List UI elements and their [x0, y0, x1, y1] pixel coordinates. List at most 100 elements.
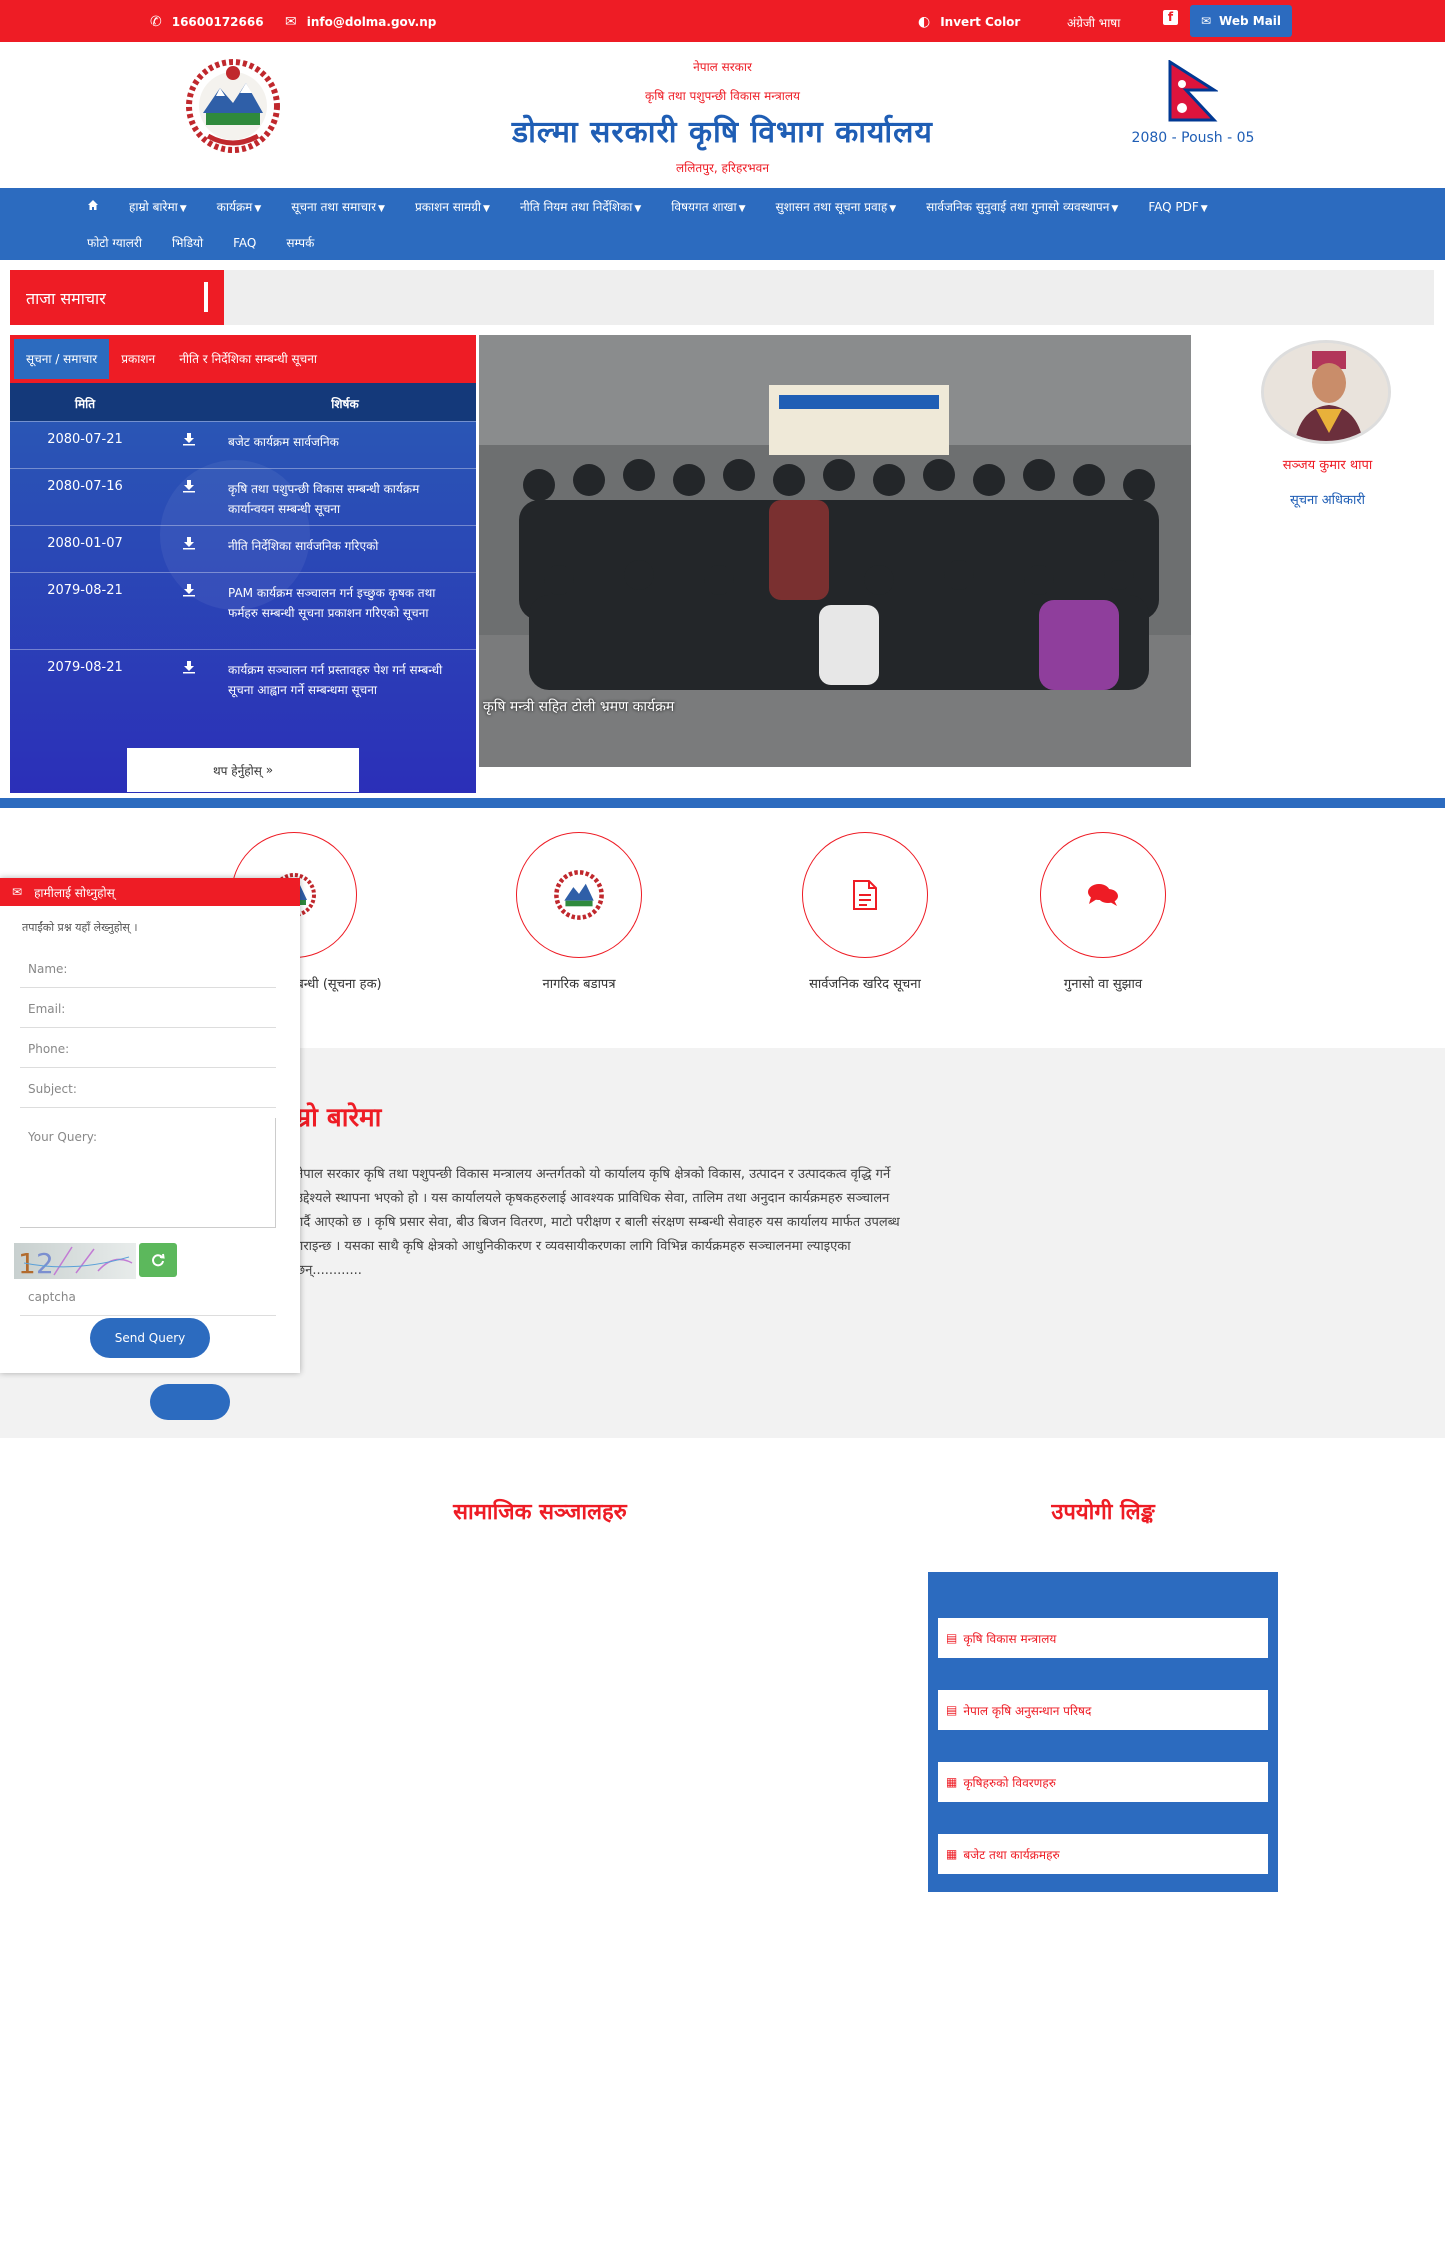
notices-tabs: सूचना / समाचार प्रकाशन नीति र निर्देशिका… — [10, 335, 476, 383]
download-icon[interactable] — [182, 660, 196, 674]
link-item[interactable]: ▤ कृषि विकास मन्त्रालय — [938, 1618, 1268, 1658]
table-row[interactable]: 2080-01-07 नीति निर्देशिका सार्वजनिक गरि… — [10, 525, 476, 572]
table-row[interactable]: 2079-08-21 PAM कार्यक्रम सञ्चालन गर्न इच… — [10, 572, 476, 649]
phone-contact[interactable]: ✆ 16600172666 — [150, 14, 264, 30]
nav-item-publications[interactable]: प्रकाशन सामग्री ▼ — [400, 196, 505, 218]
tab-policy-notices[interactable]: नीति र निर्देशिका सम्बन्धी सूचना — [167, 339, 329, 379]
nav-item-programs[interactable]: कार्यक्रम ▼ — [202, 196, 277, 218]
avatar — [1261, 340, 1391, 444]
government-emblem-icon — [554, 870, 604, 920]
popup-intro: तपाईंको प्रश्न यहाँ लेख्नुहोस् । — [22, 921, 138, 934]
government-emblem-logo[interactable] — [178, 58, 288, 154]
header-address: ललितपुर, हरिहरभवन — [675, 161, 769, 175]
site-title: डोल्मा सरकारी कृषि विभाग कार्यालय — [512, 115, 933, 150]
useful-links-box: ▤ कृषि विकास मन्त्रालय ▤ नेपाल कृषि अनुस… — [928, 1572, 1278, 1892]
captcha-image: 1 2 — [14, 1243, 136, 1279]
download-icon[interactable] — [182, 536, 196, 550]
about-read-more-button[interactable] — [150, 1384, 230, 1420]
nav-item-photo-gallery[interactable]: फोटो ग्यालरी — [72, 232, 157, 254]
nav-item-policies[interactable]: नीति नियम तथा निर्देशिका ▼ — [505, 196, 656, 218]
service-grievance[interactable] — [1040, 832, 1166, 958]
popup-header[interactable]: ✉ हामीलाई सोध्नुहोस् — [0, 878, 300, 906]
invert-color-button[interactable]: ◐ Invert Color — [918, 14, 1020, 30]
news-ticker-track[interactable] — [224, 270, 1434, 325]
caret-down-icon: ▼ — [738, 204, 746, 214]
document-icon — [853, 880, 877, 910]
nav-home[interactable] — [72, 196, 114, 218]
nepali-date: 2080 - Poush - 05 — [1131, 130, 1255, 146]
envelope-icon: ✉ — [1200, 14, 1212, 28]
newspaper-icon: ▤ — [946, 1703, 958, 1717]
nav-item-sections[interactable]: विषयगत शाखा ▼ — [656, 196, 760, 218]
nav-item-hearing[interactable]: सार्वजनिक सुनुवाई तथा गुनासो व्यवस्थापन ▼ — [911, 196, 1133, 218]
table-row[interactable]: 2080-07-21 बजेट कार्यक्रम सार्वजनिक — [10, 421, 476, 468]
email-field[interactable]: Email: — [20, 990, 276, 1028]
column-header-date: मिति — [74, 397, 96, 411]
useful-links-title: उपयोगी लिङ्क — [1051, 1500, 1155, 1525]
social-media-title: सामाजिक सञ्जालहरु — [453, 1500, 627, 1525]
query-textarea[interactable]: Your Query: — [20, 1118, 276, 1228]
send-query-button[interactable]: Send Query — [90, 1318, 210, 1358]
service-citizen-charter[interactable] — [516, 832, 642, 958]
header-titles: नेपाल सरकार कृषि तथा पशुपन्छी विकास मन्त… — [400, 58, 1045, 176]
officer-role: सूचना अधिकारी — [1289, 493, 1366, 508]
email-contact[interactable]: ✉ info@dolma.gov.np — [285, 14, 436, 30]
caret-down-icon: ▼ — [889, 204, 897, 214]
service-label: सार्वजनिक खरिद सूचना — [809, 977, 921, 992]
header-line1: नेपाल सरकार — [693, 60, 752, 74]
captcha-refresh-button[interactable] — [139, 1243, 177, 1277]
notices-panel: सूचना / समाचार प्रकाशन नीति र निर्देशिका… — [10, 335, 476, 793]
link-item[interactable]: ▦ बजेट तथा कार्यक्रमहरु — [938, 1834, 1268, 1874]
nav-item-faq[interactable]: FAQ — [218, 232, 271, 254]
nav-item-news[interactable]: सूचना तथा समाचार ▼ — [276, 196, 400, 218]
phone-icon: ✆ — [150, 14, 162, 30]
comments-icon — [1088, 884, 1118, 906]
nav-item-faq-pdf[interactable]: FAQ PDF ▼ — [1133, 196, 1222, 218]
newspaper-icon: ▤ — [946, 1631, 958, 1645]
header-ministry: कृषि तथा पशुपन्छी विकास मन्त्रालय — [645, 89, 800, 103]
webmail-button[interactable]: ✉ Web Mail — [1190, 5, 1292, 37]
caret-down-icon: ▼ — [254, 204, 262, 214]
phone-field[interactable]: Phone: — [20, 1030, 276, 1068]
caret-down-icon: ▼ — [378, 204, 385, 214]
nepal-flag-icon — [1168, 60, 1218, 122]
home-icon — [88, 200, 98, 210]
view-more-button[interactable]: थप हेर्नुहोस् » — [127, 748, 359, 792]
nav-item-governance[interactable]: सुशासन तथा सूचना प्रवाह ▼ — [761, 196, 912, 218]
contrast-icon: ◐ — [918, 14, 931, 30]
site-header: नेपाल सरकार कृषि तथा पशुपन्छी विकास मन्त… — [0, 42, 1445, 188]
language-toggle[interactable]: अंग्रेजी भाषा — [1067, 14, 1120, 31]
service-label: गुनासो वा सुझाव — [1063, 977, 1143, 992]
download-icon[interactable] — [182, 432, 196, 446]
calculator-icon: ▦ — [946, 1775, 958, 1789]
refresh-icon — [152, 1253, 165, 1267]
tab-publications[interactable]: प्रकाशन — [109, 339, 167, 379]
service-procurement-notice[interactable] — [802, 832, 928, 958]
table-row[interactable]: 2079-08-21 कार्यक्रम सञ्चालन गर्न प्रस्त… — [10, 649, 476, 739]
notices-table-header: मिति शिर्षक — [10, 383, 476, 421]
link-item[interactable]: ▤ नेपाल कृषि अनुसन्धान परिषद — [938, 1690, 1268, 1730]
captcha-field[interactable]: captcha — [20, 1278, 276, 1316]
download-icon[interactable] — [182, 583, 196, 597]
nav-item-video[interactable]: भिडियो — [157, 232, 218, 254]
envelope-icon: ✉ — [12, 885, 23, 899]
download-icon[interactable] — [182, 479, 196, 493]
svg-text:1: 1 — [18, 1247, 36, 1279]
about-text: नेपाल सरकार कृषि तथा पशुपन्छी विकास मन्त… — [296, 1167, 900, 1278]
nav-item-about[interactable]: हाम्रो बारेमा ▼ — [114, 196, 202, 218]
table-row[interactable]: 2080-07-16 कृषि तथा पशुपन्छी विकास सम्बन… — [10, 468, 476, 525]
column-header-title: शिर्षक — [331, 397, 359, 411]
nav-item-contact[interactable]: सम्पर्क — [271, 232, 329, 254]
caret-down-icon: ▼ — [1200, 204, 1208, 214]
main-nav: हाम्रो बारेमा ▼ कार्यक्रम ▼ सूचना तथा समाच… — [0, 188, 1445, 260]
name-field[interactable]: Name: — [20, 950, 276, 988]
subject-field[interactable]: Subject: — [20, 1070, 276, 1108]
caret-down-icon: ▼ — [634, 204, 642, 214]
email-address: info@dolma.gov.np — [306, 15, 437, 29]
officer-name: सञ्जय कुमार थापा — [1282, 458, 1373, 473]
caret-down-icon: ▼ — [483, 204, 490, 214]
facebook-icon[interactable]: f — [1163, 10, 1178, 25]
link-item[interactable]: ▦ कृषिहरुको विवरणहरु — [938, 1762, 1268, 1802]
tab-notices[interactable]: सूचना / समाचार — [14, 339, 110, 379]
photo-slider[interactable]: कृषि मन्त्री सहित टोली भ्रमण कार्यक्रम — [479, 335, 1191, 767]
